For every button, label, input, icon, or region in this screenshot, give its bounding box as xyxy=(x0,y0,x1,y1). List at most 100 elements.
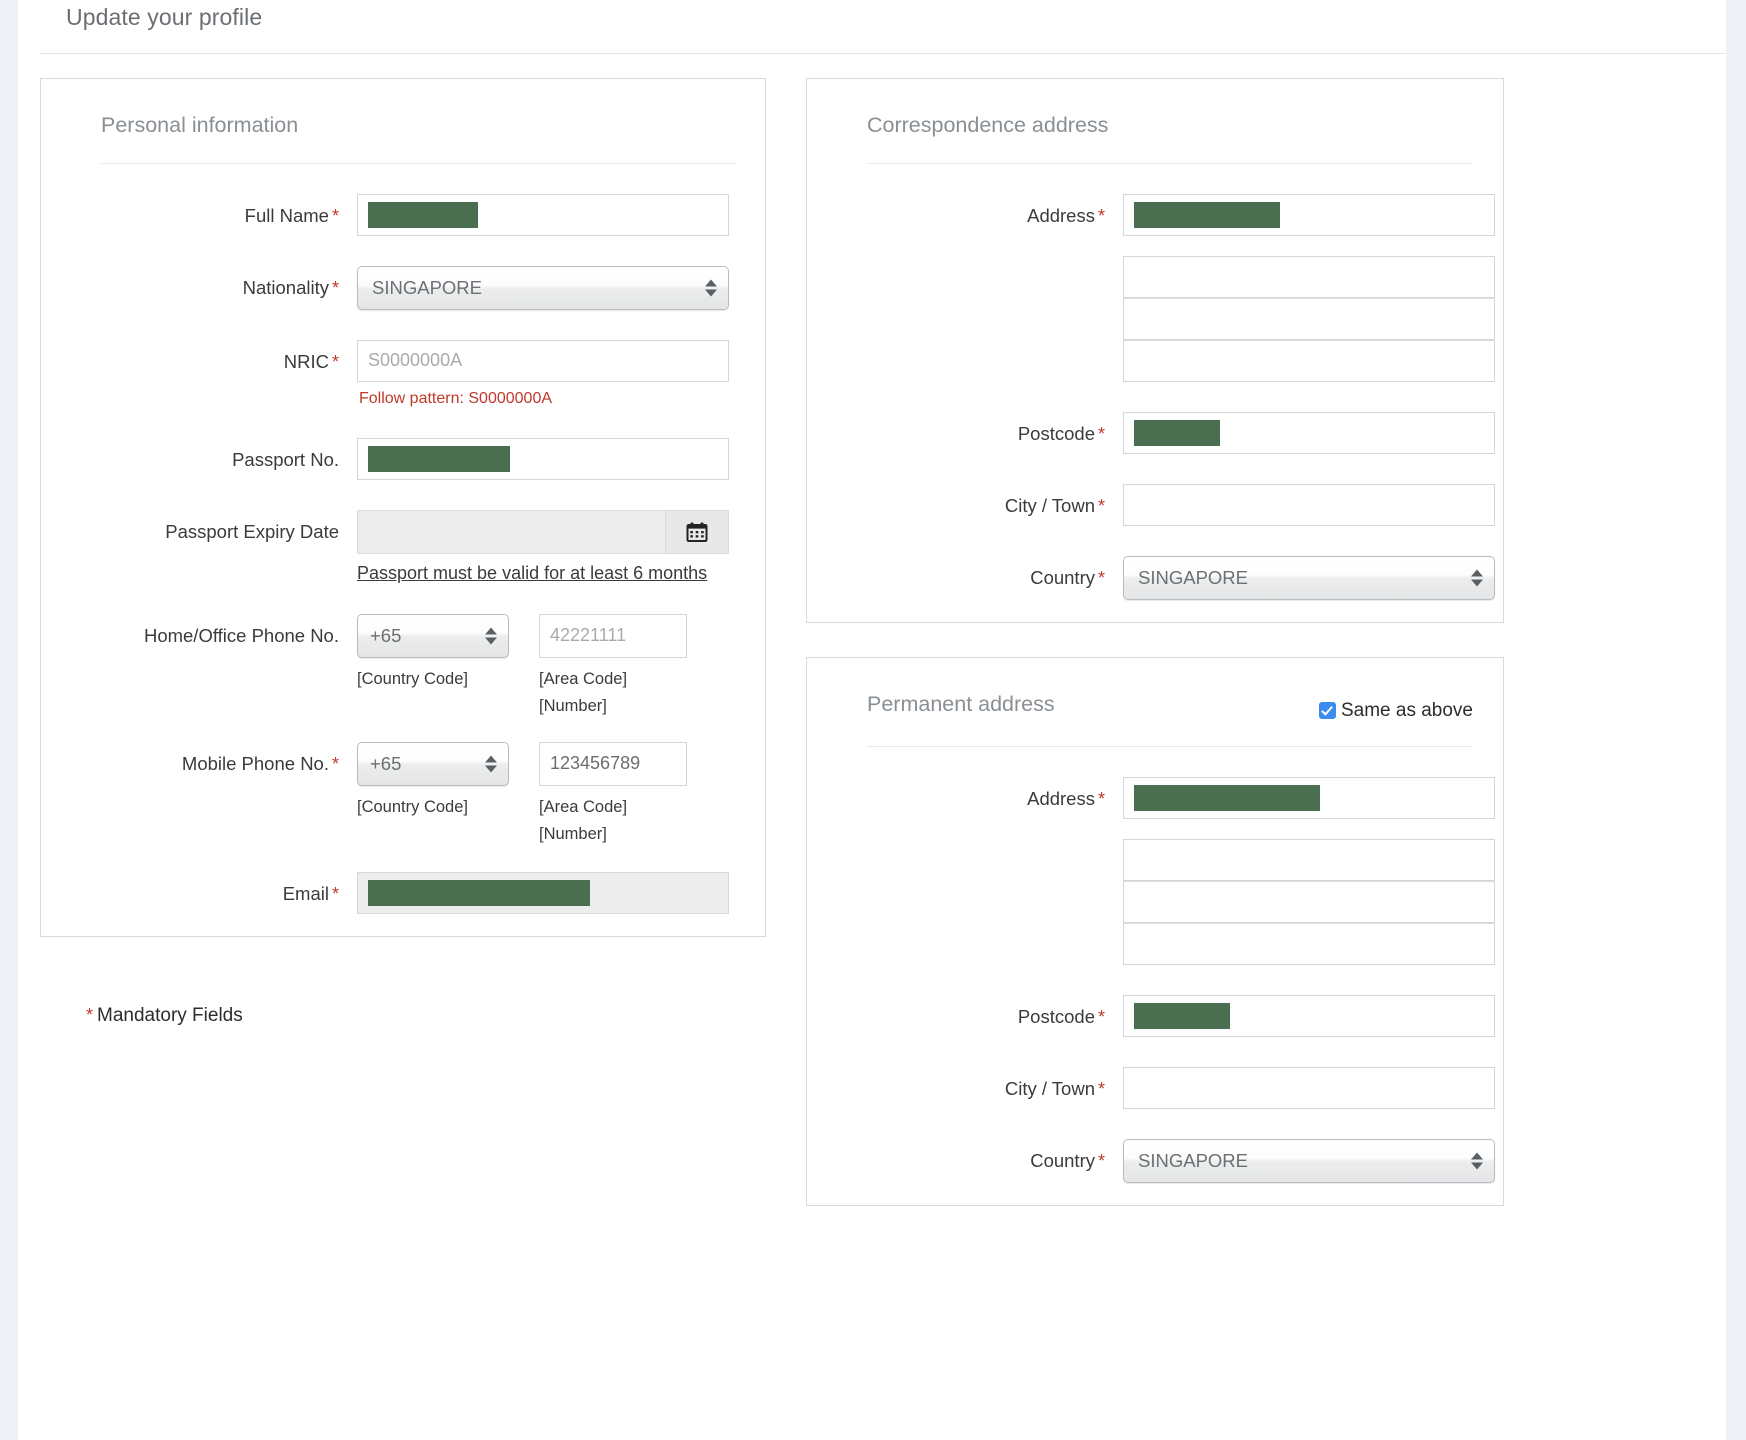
correspondence-address-divider xyxy=(867,162,1473,164)
mobile-phone-country-code-select[interactable]: +65 xyxy=(357,741,509,786)
perm-country-control: SINGAPORE xyxy=(1123,1138,1495,1183)
home-phone-label-text: Home/Office Phone No. xyxy=(143,624,339,646)
email-input[interactable] xyxy=(357,871,729,914)
email-control xyxy=(357,871,735,914)
perm-postcode-input[interactable] xyxy=(1123,994,1495,1037)
mobile-phone-control: +65 [Country Code] 123456789 [Area Code] xyxy=(357,741,735,848)
passport-expiry-label-text: Passport Expiry Date xyxy=(165,520,339,542)
personal-information-header: Personal information xyxy=(71,105,735,139)
corr-postcode-input[interactable] xyxy=(1123,411,1495,454)
nationality-label: Nationality * xyxy=(71,266,357,299)
mobile-phone-row: +65 [Country Code] 123456789 [Area Code] xyxy=(357,741,735,848)
mobile-phone-country-code-caption: [Country Code] xyxy=(357,797,468,816)
corr-city-input[interactable] xyxy=(1123,483,1495,526)
perm-address-line2-input[interactable] xyxy=(1123,838,1495,881)
perm-country-label-text: Country xyxy=(1030,1149,1095,1171)
field-row-passport-no: Passport No. xyxy=(71,437,735,480)
corr-address-label: Address * xyxy=(837,194,1123,227)
left-column: Personal information Full Name * Nationa… xyxy=(40,78,766,1027)
home-phone-control: +65 [Country Code] 42221111 [Area Code] xyxy=(357,613,735,720)
passport-expiry-hint[interactable]: Passport must be valid for at least 6 mo… xyxy=(357,563,707,584)
field-row-nationality: Nationality * SINGAPORE xyxy=(71,265,735,310)
profile-page: Update your profile Personal information… xyxy=(18,0,1726,1440)
field-row-full-name: Full Name * xyxy=(71,193,735,236)
home-phone-country-code-select[interactable]: +65 xyxy=(357,613,509,658)
mobile-phone-country-code-group: +65 [Country Code] xyxy=(357,741,509,848)
home-phone-row: +65 [Country Code] 42221111 [Area Code] xyxy=(357,613,735,720)
perm-address-line4-input[interactable] xyxy=(1123,922,1495,965)
corr-address-label-text: Address xyxy=(1027,204,1095,226)
corr-address-line3-input[interactable] xyxy=(1123,297,1495,340)
passport-expiry-label: Passport Expiry Date xyxy=(71,510,357,543)
nationality-selected-value: SINGAPORE xyxy=(372,276,482,298)
nric-error-message: Follow pattern: S0000000A xyxy=(359,389,553,407)
field-row-corr-postcode: Postcode * xyxy=(837,411,1495,454)
corr-postcode-redaction xyxy=(1134,419,1220,446)
corr-country-required-mark: * xyxy=(1097,567,1105,588)
perm-city-label: City / Town * xyxy=(837,1067,1123,1100)
perm-city-required-mark: * xyxy=(1097,1078,1105,1099)
perm-country-select[interactable]: SINGAPORE xyxy=(1123,1138,1495,1183)
corr-city-label: City / Town * xyxy=(837,484,1123,517)
nric-placeholder-text: S0000000A xyxy=(368,350,463,371)
personal-information-divider xyxy=(101,162,735,164)
home-phone-country-code-caption: [Country Code] xyxy=(357,669,468,688)
nationality-control: SINGAPORE xyxy=(357,265,735,310)
passport-expiry-datefield[interactable] xyxy=(357,509,729,554)
permanent-address-title: Permanent address xyxy=(867,691,1055,716)
corr-address-line1-input[interactable] xyxy=(1123,193,1495,236)
field-row-nric: NRIC * S0000000A Follow pattern: S0000000… xyxy=(71,339,735,408)
correspondence-address-title: Correspondence address xyxy=(867,113,1109,137)
home-phone-number-input[interactable]: 42221111 xyxy=(539,613,687,658)
nric-required-mark: * xyxy=(331,351,339,372)
corr-postcode-required-mark: * xyxy=(1097,423,1105,444)
passport-expiry-input[interactable] xyxy=(358,510,666,553)
personal-information-title: Personal information xyxy=(101,113,299,137)
mobile-phone-label: Mobile Phone No. * xyxy=(71,742,357,775)
perm-postcode-control xyxy=(1123,994,1495,1037)
field-row-perm-postcode: Postcode * xyxy=(837,994,1495,1037)
mandatory-asterisk: * xyxy=(86,1004,94,1025)
corr-country-select[interactable]: SINGAPORE xyxy=(1123,555,1495,600)
corr-country-label: Country * xyxy=(837,556,1123,589)
personal-information-panel: Personal information Full Name * Nationa… xyxy=(40,78,766,937)
same-as-above-control[interactable]: Same as above xyxy=(1318,684,1473,722)
field-row-email: Email * xyxy=(71,871,735,914)
chevron-updown-icon xyxy=(485,627,497,645)
mobile-phone-number-caption-2: [Number] xyxy=(539,824,607,843)
page-title: Update your profile xyxy=(66,4,263,30)
same-as-above-checkbox[interactable] xyxy=(1318,702,1336,720)
nationality-select[interactable]: SINGAPORE xyxy=(357,265,729,310)
passport-expiry-control: Passport must be valid for at least 6 mo… xyxy=(357,509,735,584)
chevron-updown-icon xyxy=(705,279,717,297)
corr-address-line4-input[interactable] xyxy=(1123,339,1495,382)
perm-address-line3-input[interactable] xyxy=(1123,880,1495,923)
corr-postcode-control xyxy=(1123,411,1495,454)
passport-no-input[interactable] xyxy=(357,437,729,480)
chevron-updown-icon xyxy=(1471,569,1483,587)
perm-postcode-label-text: Postcode xyxy=(1017,1005,1095,1027)
mandatory-fields-note: * Mandatory Fields xyxy=(40,971,766,1027)
nric-input[interactable]: S0000000A xyxy=(357,339,729,382)
field-row-mobile-phone: Mobile Phone No. * +65 [Country Code] 12… xyxy=(71,741,735,848)
mobile-phone-number-input[interactable]: 123456789 xyxy=(539,741,687,786)
full-name-redaction xyxy=(368,201,478,228)
perm-city-input[interactable] xyxy=(1123,1066,1495,1109)
same-as-above-label: Same as above xyxy=(1340,699,1473,721)
permanent-address-panel: Permanent address Same as above Address * xyxy=(806,656,1504,1206)
nric-label: NRIC * xyxy=(71,340,357,373)
corr-address-line1-redaction xyxy=(1134,201,1280,228)
passport-no-control xyxy=(357,437,735,480)
home-phone-number-caption-1: [Area Code] xyxy=(539,669,628,688)
corr-address-line2-input[interactable] xyxy=(1123,255,1495,298)
corr-country-selected-value: SINGAPORE xyxy=(1138,566,1248,588)
full-name-input[interactable] xyxy=(357,193,729,236)
permanent-address-header: Permanent address Same as above xyxy=(837,684,1473,722)
perm-address-line1-input[interactable] xyxy=(1123,776,1495,819)
field-row-corr-address: Address * xyxy=(837,193,1495,382)
home-phone-number-caption-2: [Number] xyxy=(539,696,607,715)
corr-country-label-text: Country xyxy=(1030,566,1095,588)
perm-address-required-mark: * xyxy=(1097,788,1105,809)
passport-expiry-calendar-button[interactable] xyxy=(666,510,728,553)
perm-address-control xyxy=(1123,776,1495,965)
